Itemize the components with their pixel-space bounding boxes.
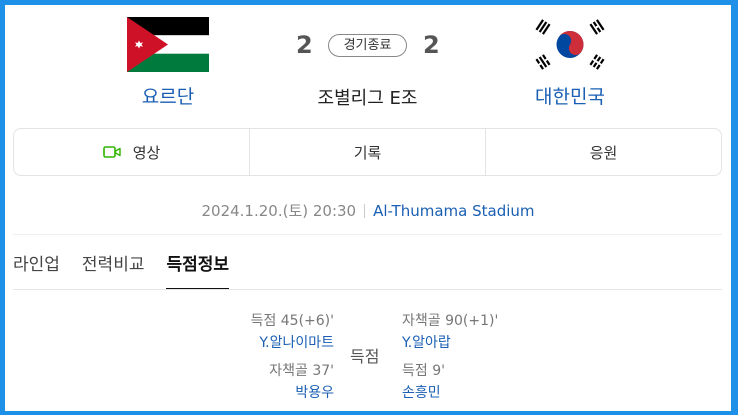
section-divider (13, 234, 722, 235)
tab-video[interactable]: 영상 (14, 129, 250, 175)
tab-cheer[interactable]: 응원 (486, 129, 721, 175)
goal-player[interactable]: Y.알나이마트 (251, 332, 334, 352)
sub-tabs-divider (13, 289, 722, 290)
tab-lineup[interactable]: 라인업 (13, 250, 60, 290)
goal-minute: 득점 9' (402, 363, 445, 379)
away-score: 2 (423, 31, 440, 59)
goal-minute: 자책골 37' (269, 363, 334, 379)
home-team[interactable]: 요르단 (113, 17, 223, 109)
match-status-badge: 경기종료 (328, 34, 407, 57)
tab-goal-info[interactable]: 득점정보 (166, 250, 229, 290)
match-info: 2024.1.20.(토) 20:30 Al-Thumama Stadium (5, 200, 731, 221)
goal-away-1: 자책골 90(+1)' Y.알아랍 (402, 310, 498, 352)
tab-comparison[interactable]: 전력비교 (82, 250, 145, 290)
media-tabs: 영상 기록 응원 (13, 128, 722, 176)
video-icon (102, 146, 121, 158)
tab-cheer-label: 응원 (589, 143, 618, 162)
goals-center-label: 득점 (350, 347, 380, 366)
league-label: 조별리그 E조 (317, 88, 418, 109)
sub-tabs: 라인업 전력비교 득점정보 (13, 250, 251, 290)
match-date: 2024.1.20.(토) 20:30 (201, 202, 357, 220)
home-team-name[interactable]: 요르단 (113, 82, 223, 109)
goal-player[interactable]: 손흥민 (402, 382, 445, 402)
stadium-link[interactable]: Al-Thumama Stadium (373, 202, 534, 220)
tab-record-label: 기록 (353, 143, 382, 162)
korea-flag-icon (529, 17, 611, 72)
goal-away-2: 득점 9' 손흥민 (402, 360, 445, 402)
match-card: 요르단 2 경기종료 2 조별리그 E조 대한민국 영상 기록 응원 2024.… (5, 5, 731, 411)
home-score: 2 (296, 31, 313, 59)
jordan-flag-icon (127, 17, 209, 72)
goal-player[interactable]: 박용우 (269, 382, 334, 402)
goal-minute: 자책골 90(+1)' (402, 313, 499, 329)
info-separator (364, 204, 366, 218)
tab-record[interactable]: 기록 (250, 129, 486, 175)
goal-player[interactable]: Y.알아랍 (402, 332, 498, 352)
away-team[interactable]: 대한민국 (515, 17, 625, 109)
goal-minute: 득점 45(+6)' (250, 313, 334, 329)
tab-video-label: 영상 (132, 143, 161, 162)
goal-home-1: 득점 45(+6)' Y.알나이마트 (251, 310, 334, 352)
away-team-name[interactable]: 대한민국 (515, 82, 625, 109)
goal-home-2: 자책골 37' 박용우 (269, 360, 334, 402)
